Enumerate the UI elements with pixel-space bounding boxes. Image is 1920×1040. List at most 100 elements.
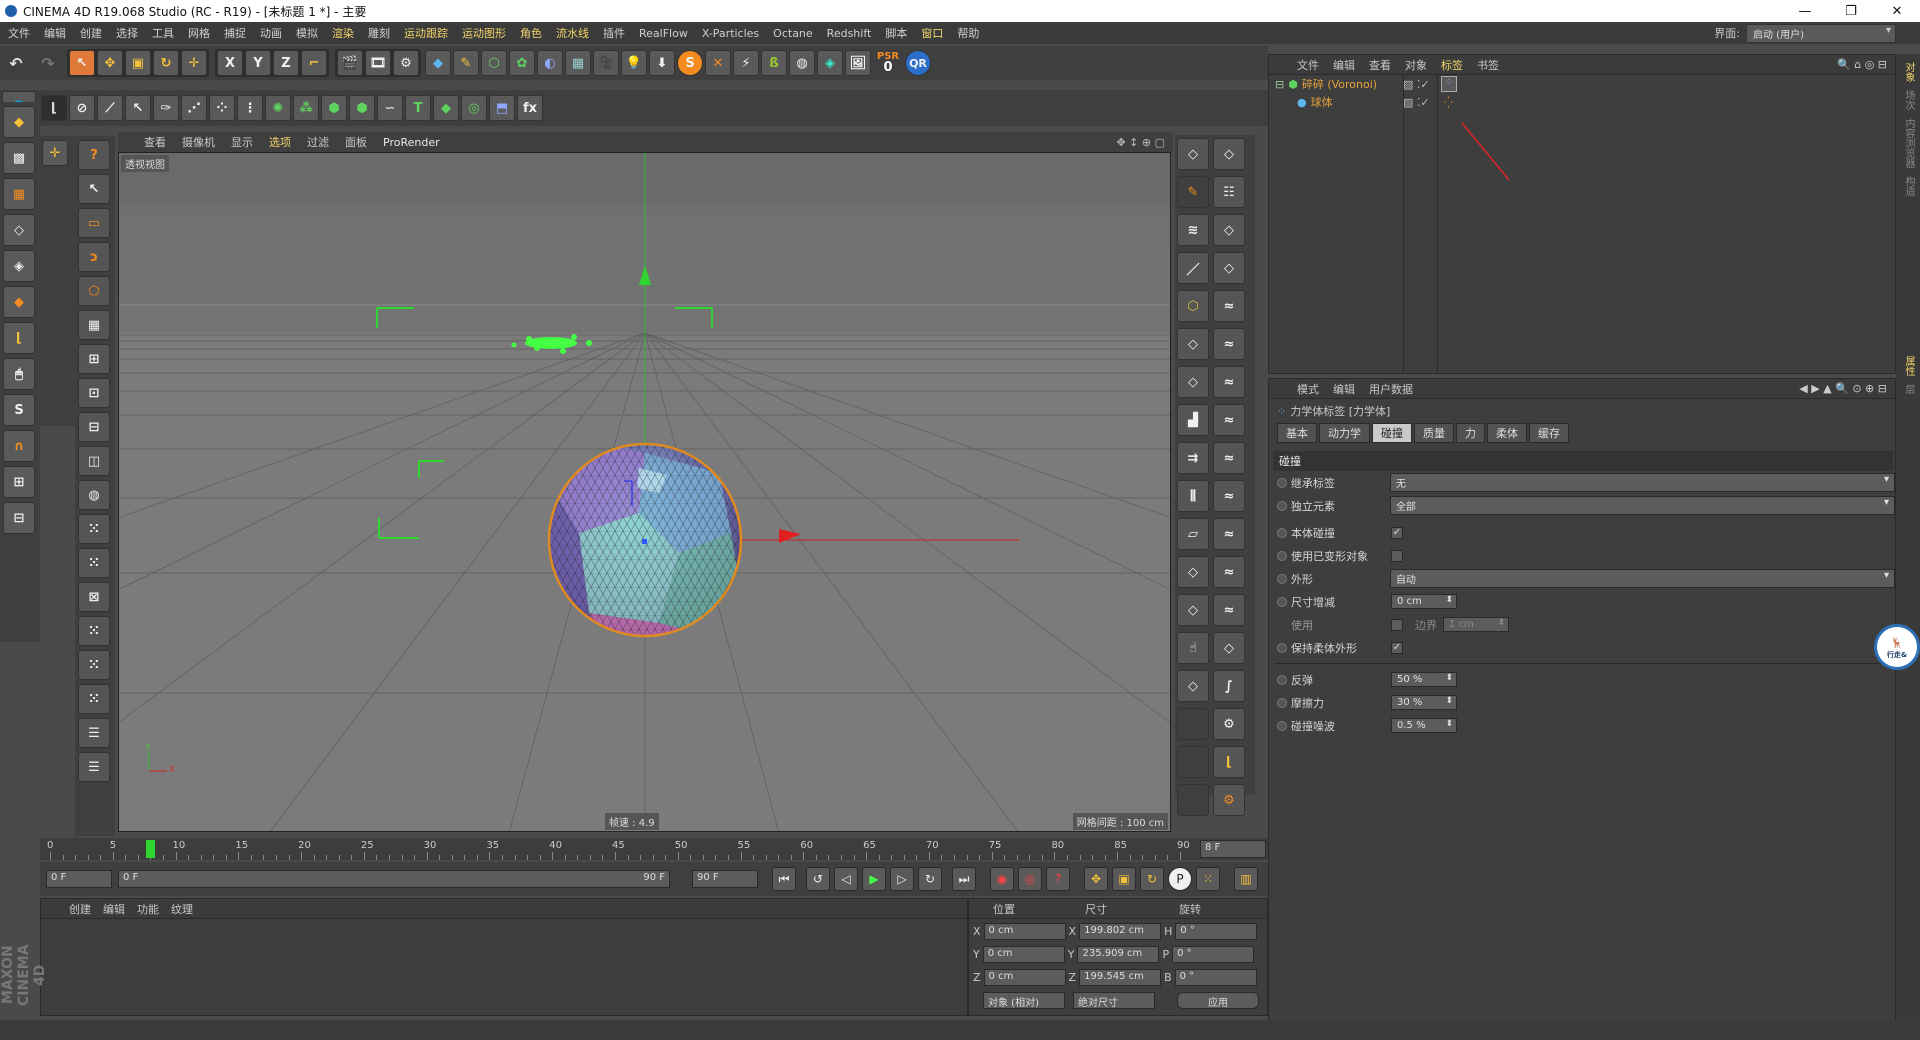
size-increment-field[interactable]: 0 cm [1391, 594, 1457, 609]
strip-tab-layers[interactable]: 层 [1901, 384, 1916, 394]
om-tab-view[interactable]: 查看 [1369, 57, 1391, 73]
lock-workplane-icon[interactable]: ⊞ [3, 466, 35, 498]
vp-menu-prorender[interactable]: ProRender [383, 136, 440, 149]
move-icon[interactable]: ✥ [97, 50, 123, 76]
knife-tool-icon[interactable]: ⊞ [78, 344, 110, 374]
curve-icon[interactable]: ∫ [1213, 670, 1245, 702]
plugin-13-icon[interactable]: ß [761, 50, 787, 76]
array-icon[interactable]: ✿ [509, 50, 535, 76]
frame-range-slider[interactable]: 0 F 90 F [118, 870, 670, 888]
points-grid-icon[interactable]: ⋮ [237, 95, 263, 121]
autokey-icon[interactable]: ◎ [1018, 867, 1042, 891]
animate-dot-icon[interactable] [1277, 573, 1287, 584]
picture-icon[interactable]: 🖼 [845, 50, 871, 76]
ribbon-5-icon[interactable]: ≈ [1213, 442, 1245, 474]
size-y-field[interactable]: 235.909 cm [1077, 946, 1160, 963]
om-tab-file[interactable]: 文件 [1297, 57, 1319, 73]
ribbon-7-icon[interactable]: ≈ [1213, 518, 1245, 550]
cube-outline-2-icon[interactable]: ◇ [1213, 138, 1245, 170]
border-field[interactable]: 1 cm [1443, 617, 1509, 632]
goto-end-icon[interactable]: ⏭ [952, 867, 976, 891]
plugin-s-icon[interactable]: S [677, 50, 703, 76]
pen-spline-icon[interactable]: ✎ [453, 50, 479, 76]
points-circle-icon[interactable]: ⁘ [209, 95, 235, 121]
rotate-icon[interactable]: ↻ [153, 50, 179, 76]
am-tab-mode[interactable]: 模式 [1297, 381, 1319, 397]
timeline-ruler[interactable]: 0581015202530354045505560657075808590 8 … [40, 838, 1268, 860]
timeline-window-icon[interactable]: ▥ [1234, 867, 1258, 891]
cube-outline-icon[interactable]: ◇ [1177, 138, 1209, 170]
object-row-voronoi[interactable]: ⊟ ⬢ 碎碎 (Voronoi) ▨ ⁚✓ ⁘ [1269, 75, 1895, 93]
poly-select-icon[interactable]: ⬠ [78, 276, 110, 306]
camera-icon[interactable]: 🎥 [593, 50, 619, 76]
ribbon-6-icon[interactable]: ≈ [1213, 480, 1245, 512]
edges-mode-icon[interactable]: ◈ [3, 250, 35, 282]
strip-tab-attributes[interactable]: 属性 [1901, 356, 1916, 376]
menu-file[interactable]: 文件 [8, 25, 30, 41]
plus-move-icon[interactable]: ✛ [42, 140, 68, 166]
thumb-icon[interactable]: ☝ [1177, 632, 1209, 664]
fracture-icon[interactable]: ⬢ [321, 95, 347, 121]
tweak-mode-icon[interactable]: 🖱 [3, 358, 35, 390]
octane-icon[interactable]: ◈ [817, 50, 843, 76]
am-nav-icons[interactable]: ◀ ▶ ▲ 🔍 ⊙ ⊕ ⊟ [1799, 382, 1887, 395]
render-picture-viewer-icon[interactable]: 🎞 [365, 50, 391, 76]
dots-grid-4-icon[interactable]: ⁙ [78, 650, 110, 680]
animate-dot-icon[interactable] [1277, 642, 1287, 653]
menu-redshift[interactable]: Redshift [827, 27, 872, 40]
light-icon[interactable]: 💡 [621, 50, 647, 76]
subtab-collision[interactable]: 碰撞 [1372, 423, 1412, 443]
ribbon-3-icon[interactable]: ≈ [1213, 366, 1245, 398]
fx-icon[interactable]: fx [517, 95, 543, 121]
self-collision-checkbox[interactable]: ✓ [1391, 526, 1403, 539]
solo-icon[interactable]: S [3, 394, 35, 426]
rot-p-field[interactable]: 0 ° [1172, 946, 1255, 963]
menu-xparticles[interactable]: X-Particles [702, 27, 759, 40]
record-icon[interactable]: ◉ [990, 867, 1014, 891]
stack-icon[interactable]: ☷ [1213, 176, 1245, 208]
collision-noise-field[interactable]: 0.5 % [1391, 718, 1457, 733]
effector-icon[interactable]: ⬒ [489, 95, 515, 121]
select-icon[interactable]: ↖ [125, 95, 151, 121]
emitter-icon[interactable]: ⚡ [733, 50, 759, 76]
bevel-icon[interactable]: ⟋ [97, 95, 123, 121]
extrude-tool-icon[interactable]: ⊟ [78, 412, 110, 442]
planar-workplane-icon[interactable]: ⊟ [3, 502, 35, 534]
globe-gear-icon[interactable]: ⚙ [1213, 708, 1245, 740]
axis-mode-icon[interactable]: ⌊ [3, 322, 35, 354]
cube-wire-3-icon[interactable]: ◇ [1177, 328, 1209, 360]
menu-realflow[interactable]: RealFlow [639, 27, 688, 40]
help-icon[interactable]: ? [78, 140, 110, 170]
deformer-icon[interactable]: ◐ [537, 50, 563, 76]
polygons-mode-icon[interactable]: ◆ [3, 286, 35, 318]
prev-key-icon[interactable]: ↺ [806, 867, 830, 891]
vp-menu-view[interactable]: 查看 [144, 134, 166, 150]
ribbon-4-icon[interactable]: ≈ [1213, 404, 1245, 436]
texture-mode-icon[interactable]: ▩ [3, 142, 35, 174]
animate-dot-icon[interactable] [1277, 500, 1287, 511]
rot-h-field[interactable]: 0 ° [1175, 923, 1258, 940]
menu-create[interactable]: 创建 [80, 25, 102, 41]
next-key-icon[interactable]: ↻ [918, 867, 942, 891]
am-tab-userdata[interactable]: 用户数据 [1369, 381, 1413, 397]
diag-grid-icon[interactable]: ⊠ [78, 582, 110, 612]
ribbon-9-icon[interactable]: ≈ [1213, 594, 1245, 626]
friction-field[interactable]: 30 % [1391, 695, 1457, 710]
list-tool-2-icon[interactable]: ☰ [78, 752, 110, 782]
om-tab-edit[interactable]: 编辑 [1333, 57, 1355, 73]
subdivision-icon[interactable]: ⬡ [481, 50, 507, 76]
key-rotation-icon[interactable]: ↻ [1140, 867, 1164, 891]
end-frame-field[interactable]: 90 F [692, 870, 758, 888]
coord-mode-dropdown[interactable]: 对象 (相对) [983, 992, 1065, 1009]
menu-octane[interactable]: Octane [773, 27, 813, 40]
rect-select-icon[interactable]: ▭ [78, 208, 110, 238]
scale-icon[interactable]: ▣ [125, 50, 151, 76]
viewport-nav-icons[interactable]: ✥ ↕ ⊕ ▢ [1116, 136, 1165, 149]
cube-gear-icon[interactable]: ⚙ [1213, 784, 1245, 816]
brush-icon[interactable]: ✑ [153, 95, 179, 121]
vp-menu-camera[interactable]: 摄像机 [182, 134, 215, 150]
plane-icon[interactable]: ▱ [1177, 518, 1209, 550]
animate-dot-icon[interactable] [1277, 720, 1287, 731]
dynamics-tag-icon[interactable]: ⁘ [1441, 76, 1457, 92]
menu-animate[interactable]: 动画 [260, 25, 282, 41]
